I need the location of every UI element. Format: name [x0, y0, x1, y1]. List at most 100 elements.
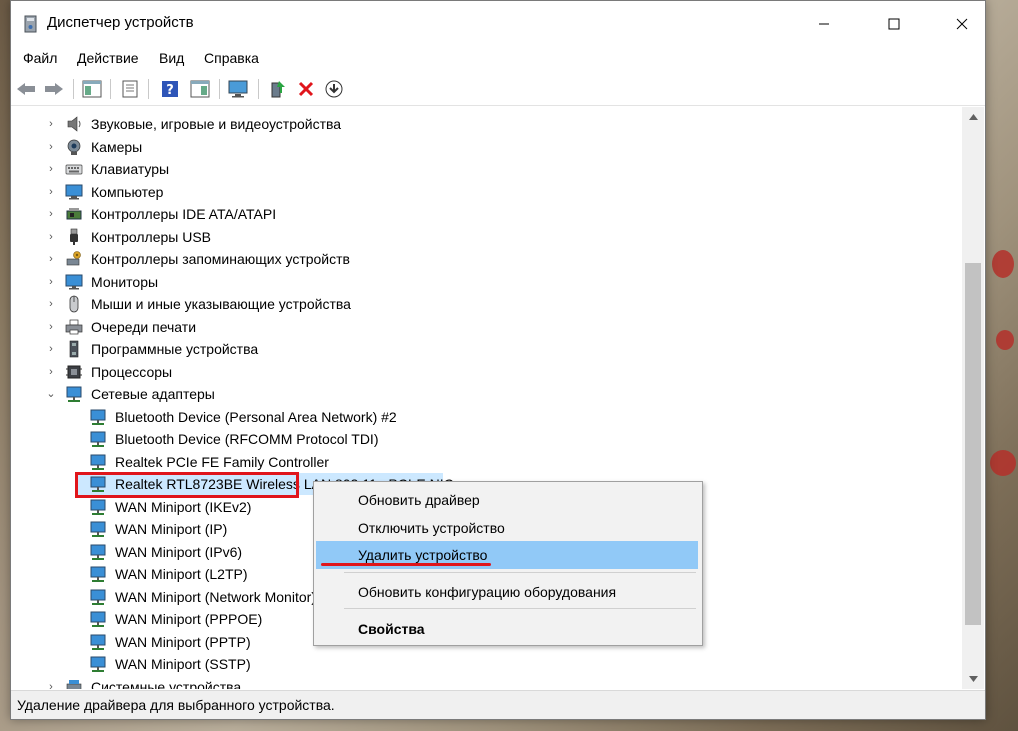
scroll-up-arrow[interactable]	[962, 107, 984, 127]
tree-category[interactable]: › Звуковые, игровые и видеоустройства	[11, 113, 951, 135]
action-pane-icon	[190, 80, 210, 98]
properties-button[interactable]	[119, 78, 141, 100]
tree-category[interactable]: › Очереди печати	[11, 316, 951, 338]
device-item[interactable]: Bluetooth Device (RFCOMM Protocol TDI)	[87, 428, 787, 450]
device-item[interactable]: Realtek PCIe FE Family Controller	[87, 451, 787, 473]
device-item-label: WAN Miniport (L2TP)	[115, 566, 248, 582]
network-adapter-icon	[90, 409, 106, 425]
speaker-icon	[67, 116, 81, 132]
chevron-right-icon[interactable]: ›	[46, 293, 56, 315]
tree-category[interactable]: › Процессоры	[11, 361, 951, 383]
device-item[interactable]: WAN Miniport (SSTP)	[87, 653, 787, 675]
vertical-scrollbar[interactable]	[962, 107, 984, 689]
tree-category[interactable]: › Мониторы	[11, 271, 951, 293]
chevron-right-icon[interactable]: ›	[46, 136, 56, 158]
device-item-label: Bluetooth Device (Personal Area Network)…	[115, 408, 397, 425]
tree-category[interactable]: › Мыши и иные указывающие устройства	[11, 293, 951, 315]
back-button[interactable]	[15, 78, 37, 100]
toolbar-separator	[110, 79, 111, 99]
computer-icon	[65, 184, 83, 199]
tree-category-label: Очереди печати	[91, 318, 197, 335]
uninstall-device-button[interactable]	[295, 78, 317, 100]
chevron-right-icon[interactable]: ›	[46, 158, 56, 180]
ctx-disable-device[interactable]: Отключить устройство	[316, 514, 698, 542]
ctx-scan-hardware[interactable]: Обновить конфигурацию оборудования	[316, 578, 698, 606]
tree-category[interactable]: › Камеры	[11, 136, 951, 158]
tree-category-label: Компьютер	[91, 183, 164, 200]
network-adapter-icon	[90, 634, 106, 650]
status-bar: Удаление драйвера для выбранного устройс…	[11, 690, 985, 719]
forward-icon	[45, 83, 63, 95]
action-pane-button[interactable]	[189, 78, 211, 100]
tree-category-label: Программные устройства	[91, 341, 259, 357]
properties-pane-button[interactable]	[81, 78, 103, 100]
svg-text:?: ?	[166, 83, 174, 98]
tree-category-expanded[interactable]: ⌄ Сетевые адаптеры	[11, 383, 951, 405]
scrollbar-thumb[interactable]	[965, 263, 981, 625]
chevron-right-icon[interactable]: ›	[46, 338, 56, 360]
update-driver-button[interactable]	[267, 78, 289, 100]
chevron-right-icon[interactable]: ›	[46, 316, 56, 338]
tree-category-label: Сетевые адаптеры	[91, 386, 215, 402]
tree-category[interactable]: › Программные устройства	[11, 338, 951, 360]
toolbar-separator	[148, 79, 149, 99]
menu-view[interactable]: Вид	[157, 50, 186, 66]
chevron-right-icon[interactable]: ›	[46, 248, 56, 270]
window-title: Диспетчер устройств	[47, 14, 194, 31]
tree-category[interactable]: › Контроллеры запоминающих устройств	[11, 248, 951, 270]
usb-icon	[70, 228, 78, 245]
uninstall-icon	[298, 81, 314, 97]
scroll-down-arrow[interactable]	[962, 669, 984, 689]
close-button[interactable]	[939, 1, 985, 47]
menu-bar: Файл Действие Вид Справка	[11, 47, 985, 71]
device-item-label: WAN Miniport (PPPOE)	[115, 611, 263, 627]
download-icon	[325, 80, 343, 98]
ctx-properties[interactable]: Свойства	[316, 615, 698, 643]
network-adapter-icon	[90, 499, 106, 515]
download-button[interactable]	[323, 78, 345, 100]
menu-action[interactable]: Действие	[75, 50, 141, 66]
monitor-icon	[65, 274, 83, 289]
device-item-label: Realtek PCIe FE Family Controller	[115, 453, 329, 470]
minimize-button[interactable]	[801, 1, 847, 47]
tree-category-label: Процессоры	[91, 363, 173, 380]
chevron-down-icon[interactable]: ⌄	[46, 383, 56, 405]
network-adapter-icon	[90, 521, 106, 537]
network-adapter-icon	[90, 656, 106, 672]
close-icon	[956, 18, 968, 30]
chevron-right-icon[interactable]: ›	[46, 113, 56, 135]
device-item-label: WAN Miniport (Network Monitor)	[115, 588, 316, 605]
device-item[interactable]: Bluetooth Device (Personal Area Network)…	[87, 406, 787, 428]
tree-category-label: Контроллеры запоминающих устройств	[91, 251, 350, 267]
chevron-right-icon[interactable]: ›	[46, 361, 56, 383]
ctx-update-driver[interactable]: Обновить драйвер	[316, 486, 698, 514]
ide-controller-icon	[66, 208, 82, 220]
chevron-right-icon[interactable]: ›	[46, 271, 56, 293]
wallpaper-flower	[990, 450, 1016, 476]
tree-category[interactable]: › Компьютер	[11, 181, 951, 203]
help-button[interactable]: ?	[159, 78, 181, 100]
chevron-right-icon[interactable]: ›	[46, 203, 56, 225]
chevron-right-icon[interactable]: ›	[46, 181, 56, 203]
menu-file[interactable]: Файл	[21, 50, 59, 66]
context-menu-separator	[344, 608, 696, 609]
help-icon: ?	[162, 81, 178, 98]
device-item-label: WAN Miniport (PPTP)	[115, 633, 251, 650]
properties-icon	[122, 80, 138, 98]
tree-category[interactable]: › Клавиатуры	[11, 158, 951, 180]
camera-icon	[67, 139, 81, 155]
tree-category[interactable]: › Системные устройства	[11, 676, 951, 690]
tree-category[interactable]: › Контроллеры IDE ATA/ATAPI	[11, 203, 951, 225]
network-adapter-icon	[90, 611, 106, 627]
forward-button[interactable]	[43, 78, 65, 100]
tree-category-label: Звуковые, игровые и видеоустройства	[91, 116, 342, 132]
scan-hardware-button[interactable]	[227, 78, 249, 100]
properties-pane-icon	[82, 80, 102, 98]
chevron-right-icon[interactable]: ›	[46, 676, 56, 690]
tree-category[interactable]: › Контроллеры USB	[11, 226, 951, 248]
network-adapter-icon	[90, 454, 106, 470]
maximize-button[interactable]	[871, 1, 917, 47]
chevron-right-icon[interactable]: ›	[46, 226, 56, 248]
tree-category-label: Контроллеры USB	[91, 228, 211, 245]
menu-help[interactable]: Справка	[202, 50, 261, 66]
